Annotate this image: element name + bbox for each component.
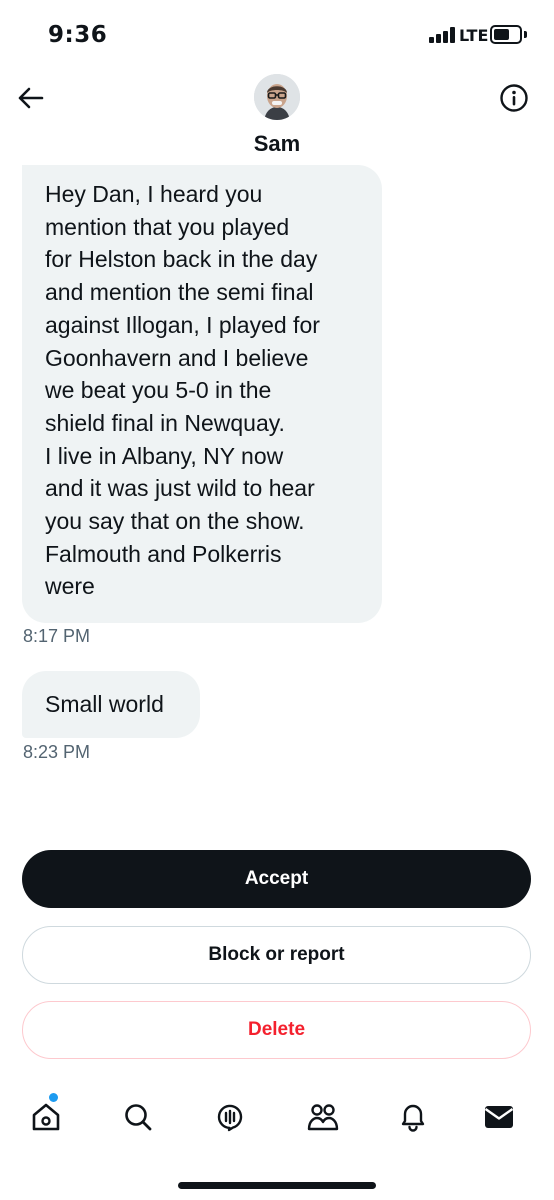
tab-messages[interactable]: [471, 1085, 527, 1149]
arrow-left-icon: [18, 87, 44, 109]
message-timestamp: 8:23 PM: [23, 742, 91, 762]
cellular-signal-icon: [429, 27, 455, 43]
notification-dot: [49, 1093, 58, 1102]
conversation-title: Sam: [253, 131, 301, 156]
tab-bar: [0, 1085, 554, 1149]
spaces-icon: [217, 1104, 243, 1132]
message-text: Small world: [45, 691, 164, 718]
message-line: you say that on the show.: [45, 508, 305, 535]
home-indicator: [178, 1182, 376, 1189]
message-line: Goonhavern and I believe: [45, 344, 309, 371]
tab-notifications[interactable]: [385, 1085, 441, 1149]
tab-communities[interactable]: [295, 1085, 351, 1149]
back-button[interactable]: [12, 80, 48, 116]
battery-cap: [524, 31, 527, 38]
home-icon: [32, 1103, 60, 1131]
message-bubble[interactable]: Small world: [22, 671, 200, 738]
message-line: mention that you played: [45, 213, 290, 240]
message-bubble[interactable]: Hey Dan, I heard you mention that you pl…: [22, 165, 382, 623]
message-timestamp: 8:17 PM: [23, 626, 91, 646]
message-line: I live in Albany, NY now: [45, 442, 284, 469]
notifications-icon: [401, 1104, 425, 1132]
message-line: Falmouth and Polkerris: [45, 540, 282, 567]
messages-icon: [484, 1106, 514, 1128]
tab-home[interactable]: [18, 1085, 74, 1149]
tab-spaces[interactable]: [202, 1085, 258, 1149]
accept-button[interactable]: Accept: [22, 850, 531, 908]
message-line: and mention the semi final: [45, 279, 314, 306]
info-circle-icon: [500, 84, 528, 112]
battery-icon: [490, 25, 522, 44]
message-line: and it was just wild to hear: [45, 475, 315, 502]
message-line: were: [45, 573, 95, 600]
block-or-report-button[interactable]: Block or report: [22, 926, 531, 984]
status-bar: 9:36 LTE: [0, 0, 554, 64]
message-line: shield final in Newquay.: [45, 409, 285, 436]
search-icon: [125, 1104, 152, 1131]
message-line: we beat you 5-0 in the: [45, 377, 272, 404]
status-time: 9:36: [48, 22, 108, 48]
message-line: for Helston back in the day: [45, 246, 318, 273]
message-line: against Illogan, I played for: [45, 311, 320, 338]
conversation-info-button[interactable]: [496, 80, 532, 116]
communities-icon: [307, 1104, 339, 1131]
avatar[interactable]: [254, 74, 300, 120]
message-line: Hey Dan, I heard you: [45, 181, 263, 207]
delete-button[interactable]: Delete: [22, 1001, 531, 1059]
tab-search[interactable]: [110, 1085, 166, 1149]
network-type: LTE: [459, 26, 489, 45]
